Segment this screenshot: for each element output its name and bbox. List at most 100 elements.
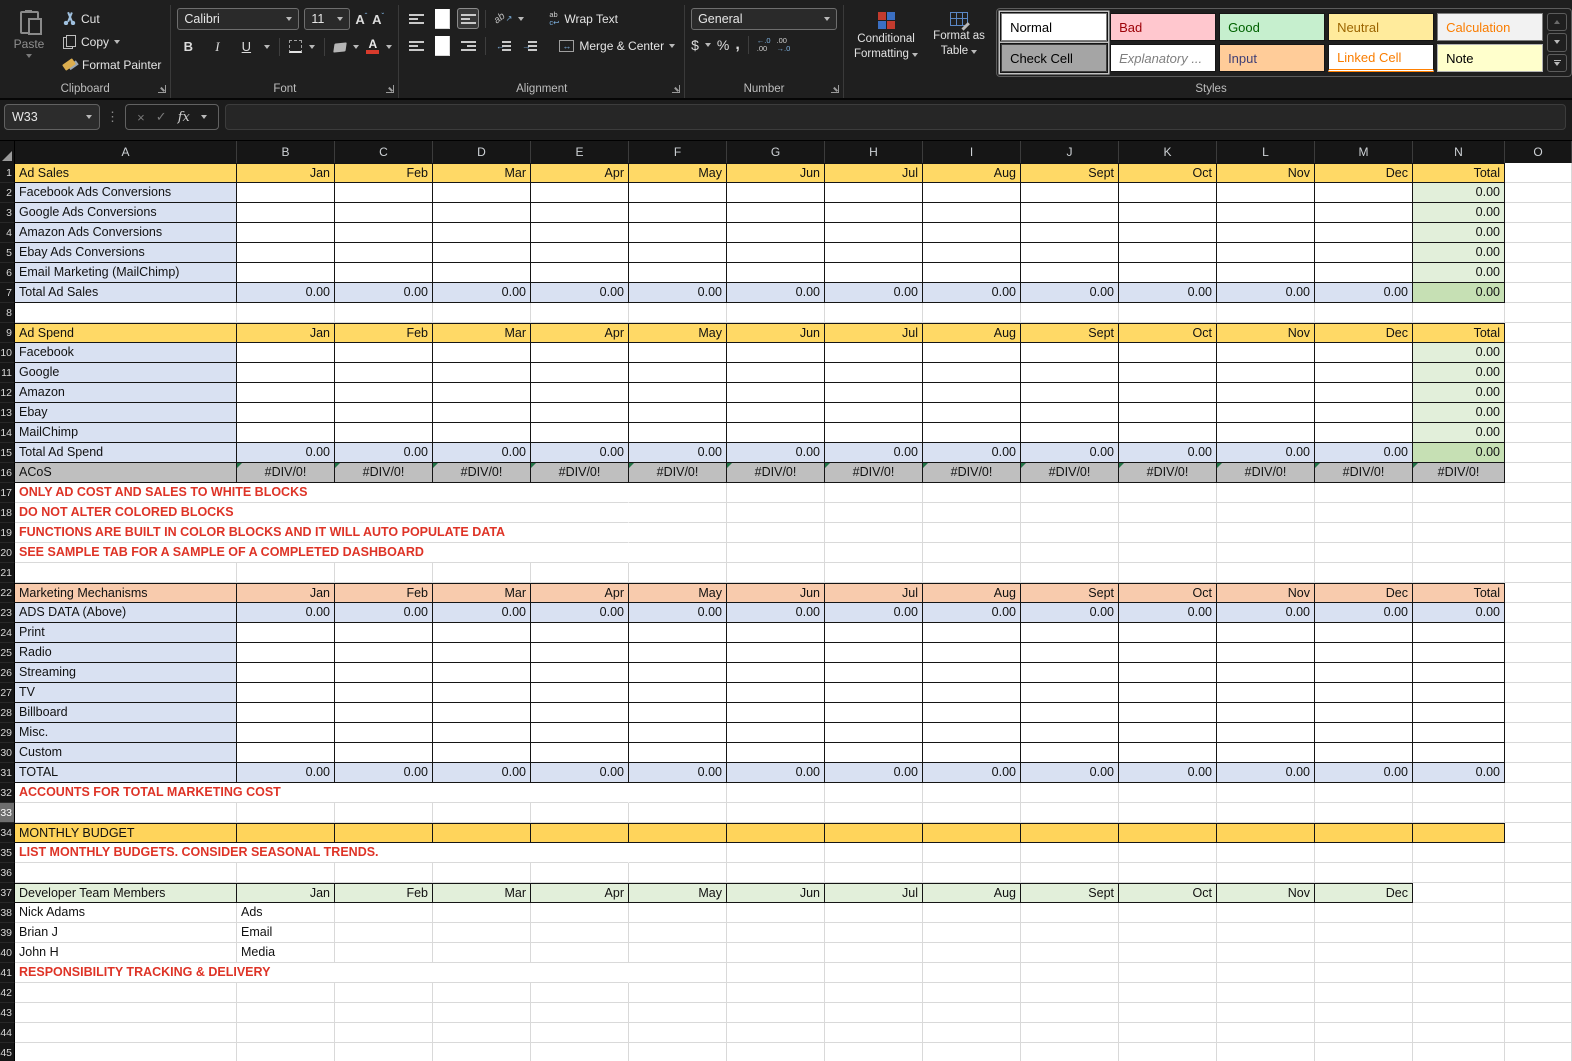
cell-A31[interactable]: TOTAL <box>15 763 237 783</box>
cell-G7[interactable]: 0.00 <box>727 283 825 303</box>
borders-button[interactable] <box>289 40 303 53</box>
cell-K20[interactable] <box>1119 543 1217 563</box>
cell-I5[interactable] <box>923 243 1021 263</box>
cell-H13[interactable] <box>825 403 923 423</box>
cell-J18[interactable] <box>1021 503 1119 523</box>
cell-L13[interactable] <box>1217 403 1315 423</box>
cell-B22[interactable]: Jan <box>237 583 335 603</box>
style-calculation[interactable]: Calculation <box>1437 13 1544 41</box>
cell-A32[interactable]: ACCOUNTS FOR TOTAL MARKETING COST <box>15 783 629 803</box>
cell-K4[interactable] <box>1119 223 1217 243</box>
cell-H10[interactable] <box>825 343 923 363</box>
cell-G6[interactable] <box>727 263 825 283</box>
cell-G37[interactable]: Jun <box>727 883 825 903</box>
cell-B28[interactable] <box>237 703 335 723</box>
cell-A30[interactable]: Custom <box>15 743 237 763</box>
cell-C26[interactable] <box>335 663 433 683</box>
cell-K19[interactable] <box>1119 523 1217 543</box>
cell-L36[interactable] <box>1217 863 1315 883</box>
cell-B27[interactable] <box>237 683 335 703</box>
cell-H33[interactable] <box>825 803 923 823</box>
cell-K21[interactable] <box>1119 563 1217 583</box>
cell-B42[interactable] <box>237 983 335 1003</box>
cell-I39[interactable] <box>923 923 1021 943</box>
cell-O11[interactable] <box>1505 363 1572 383</box>
cell-N43[interactable] <box>1413 1003 1505 1023</box>
conditional-formatting-button[interactable]: Conditional Formatting <box>850 8 922 81</box>
cell-G21[interactable] <box>727 563 825 583</box>
copy-button[interactable]: Copy <box>60 31 164 52</box>
cell-I16[interactable]: #DIV/0! <box>923 463 1021 483</box>
cell-A16[interactable]: ACoS <box>15 463 237 483</box>
cell-C1[interactable]: Feb <box>335 163 433 183</box>
row-header-32[interactable]: 32 <box>0 783 15 803</box>
cell-L14[interactable] <box>1217 423 1315 443</box>
align-right-button[interactable] <box>457 35 479 56</box>
cell-F42[interactable] <box>629 983 727 1003</box>
cell-C33[interactable] <box>335 803 433 823</box>
cell-E42[interactable] <box>531 983 629 1003</box>
cell-H22[interactable]: Jul <box>825 583 923 603</box>
cell-I14[interactable] <box>923 423 1021 443</box>
cell-O31[interactable] <box>1505 763 1572 783</box>
cell-G35[interactable] <box>727 843 825 863</box>
cell-N24[interactable] <box>1413 623 1505 643</box>
cell-I22[interactable]: Aug <box>923 583 1021 603</box>
cell-M26[interactable] <box>1315 663 1413 683</box>
align-bottom-button[interactable] <box>457 8 480 29</box>
cell-L11[interactable] <box>1217 363 1315 383</box>
column-header-N[interactable]: N <box>1413 141 1505 163</box>
cell-K45[interactable] <box>1119 1043 1217 1061</box>
cell-A14[interactable]: MailChimp <box>15 423 237 443</box>
row-header-15[interactable]: 15 <box>0 443 15 463</box>
row-header-4[interactable]: 4 <box>0 223 15 243</box>
cell-B43[interactable] <box>237 1003 335 1023</box>
row-header-7[interactable]: 7 <box>0 283 15 303</box>
cell-G34[interactable] <box>727 823 825 843</box>
cell-B7[interactable]: 0.00 <box>237 283 335 303</box>
cell-B6[interactable] <box>237 263 335 283</box>
cell-L1[interactable]: Nov <box>1217 163 1315 183</box>
cell-J23[interactable]: 0.00 <box>1021 603 1119 623</box>
cell-M9[interactable]: Dec <box>1315 323 1413 343</box>
cell-F14[interactable] <box>629 423 727 443</box>
cell-F23[interactable]: 0.00 <box>629 603 727 623</box>
cell-K10[interactable] <box>1119 343 1217 363</box>
cell-O10[interactable] <box>1505 343 1572 363</box>
cell-N2[interactable]: 0.00 <box>1413 183 1505 203</box>
cell-C21[interactable] <box>335 563 433 583</box>
cell-D31[interactable]: 0.00 <box>433 763 531 783</box>
cell-D29[interactable] <box>433 723 531 743</box>
cell-O17[interactable] <box>1505 483 1572 503</box>
cell-L33[interactable] <box>1217 803 1315 823</box>
row-header-9[interactable]: 9 <box>0 323 15 343</box>
name-box[interactable]: W33 <box>4 104 100 130</box>
cell-J21[interactable] <box>1021 563 1119 583</box>
cell-K3[interactable] <box>1119 203 1217 223</box>
cell-N27[interactable] <box>1413 683 1505 703</box>
cell-C40[interactable] <box>335 943 433 963</box>
cell-N41[interactable] <box>1413 963 1505 983</box>
cell-E36[interactable] <box>531 863 629 883</box>
cell-C38[interactable] <box>335 903 433 923</box>
cell-K33[interactable] <box>1119 803 1217 823</box>
cell-H15[interactable]: 0.00 <box>825 443 923 463</box>
cell-A25[interactable]: Radio <box>15 643 237 663</box>
cell-E3[interactable] <box>531 203 629 223</box>
cell-E31[interactable]: 0.00 <box>531 763 629 783</box>
drag-handle-icon[interactable]: ⋮ <box>106 109 119 125</box>
cell-L30[interactable] <box>1217 743 1315 763</box>
cell-D15[interactable]: 0.00 <box>433 443 531 463</box>
row-header-6[interactable]: 6 <box>0 263 15 283</box>
cell-L5[interactable] <box>1217 243 1315 263</box>
cell-J39[interactable] <box>1021 923 1119 943</box>
cell-I43[interactable] <box>923 1003 1021 1023</box>
cell-L26[interactable] <box>1217 663 1315 683</box>
cell-J4[interactable] <box>1021 223 1119 243</box>
cell-G8[interactable] <box>727 303 825 323</box>
cut-button[interactable]: Cut <box>60 8 164 29</box>
row-header-20[interactable]: 20 <box>0 543 15 563</box>
cell-A23[interactable]: ADS DATA (Above) <box>15 603 237 623</box>
cell-F43[interactable] <box>629 1003 727 1023</box>
cell-I1[interactable]: Aug <box>923 163 1021 183</box>
